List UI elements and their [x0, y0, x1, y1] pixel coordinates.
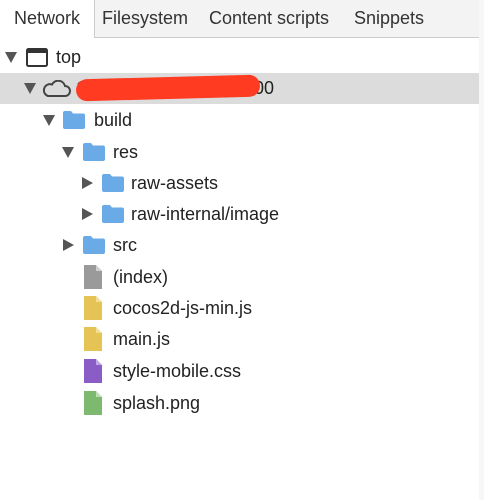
folder-icon	[101, 203, 125, 229]
tree-item-label: (index)	[113, 267, 169, 287]
folder-icon	[82, 141, 106, 167]
tree-item-label: style-mobile.css	[113, 361, 242, 381]
document-file-icon	[84, 265, 102, 294]
tree-item-label: splash.png	[113, 393, 201, 413]
tree-item-label: raw-assets	[131, 173, 219, 193]
expand-arrow-right-icon[interactable]	[82, 208, 93, 220]
panel-right-edge	[479, 0, 484, 500]
frame-window-icon	[26, 48, 48, 72]
script-file-icon	[84, 327, 102, 356]
folder-icon	[62, 109, 86, 135]
tree-item-top[interactable]: top	[0, 42, 484, 73]
tree-item-res[interactable]: res	[0, 137, 484, 168]
tree-item-label: main.js	[113, 329, 171, 349]
tree-item-label: raw-internal/image	[131, 204, 280, 224]
expand-arrow-down-icon[interactable]	[24, 83, 36, 94]
expand-arrow-right-icon[interactable]	[63, 239, 74, 251]
expand-arrow-down-icon[interactable]	[5, 52, 17, 63]
tree-file-splash-png[interactable]: splash.png	[0, 388, 484, 419]
folder-icon	[82, 234, 106, 260]
tree-item-label: src	[113, 235, 137, 255]
tab-network[interactable]: Network	[0, 0, 95, 38]
tree-item-label: res	[113, 142, 139, 162]
tree-file-style-mobile-css[interactable]: style-mobile.css	[0, 356, 484, 387]
stylesheet-file-icon	[84, 359, 102, 388]
expand-arrow-down-icon[interactable]	[62, 147, 74, 158]
folder-icon	[101, 172, 125, 198]
tree-item-src[interactable]: src	[0, 230, 484, 261]
expand-arrow-down-icon[interactable]	[43, 115, 55, 126]
tree-file-main-js[interactable]: main.js	[0, 324, 484, 355]
tree-item-raw-assets[interactable]: raw-assets	[0, 168, 484, 199]
tree-item-build[interactable]: build	[0, 105, 484, 136]
sources-tab-bar: Network Filesystem Content scripts Snipp…	[0, 0, 484, 38]
tab-filesystem[interactable]: Filesystem	[102, 0, 188, 38]
tree-item-origin[interactable]: 192. 8:1:400	[0, 73, 484, 104]
tree-file-cocos2d-js-min[interactable]: cocos2d-js-min.js	[0, 293, 484, 324]
tree-item-label: cocos2d-js-min.js	[113, 298, 253, 318]
tree-item-label: build	[94, 110, 133, 130]
expand-arrow-right-icon[interactable]	[82, 177, 93, 189]
tree-item-label: top	[56, 47, 82, 67]
script-file-icon	[84, 296, 102, 325]
tab-content-scripts[interactable]: Content scripts	[209, 0, 329, 38]
tree-item-raw-internal-image[interactable]: raw-internal/image	[0, 199, 484, 230]
image-file-icon	[84, 391, 102, 420]
cloud-icon	[41, 79, 71, 103]
tab-snippets[interactable]: Snippets	[354, 0, 424, 38]
tree-file-index[interactable]: (index)	[0, 262, 484, 293]
